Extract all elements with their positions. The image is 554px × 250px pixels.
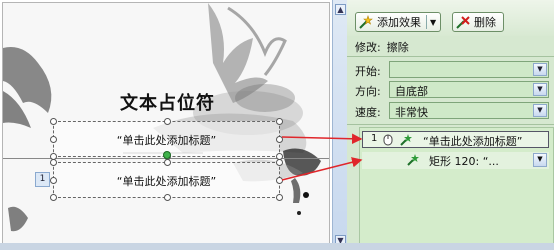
annotation-arrows: [281, 133, 363, 181]
powerpoint-custom-animation-screen: 文本占位符 “单击此处添加标题” “单击此处添加标题” 1 ▲ ▼ 添加效果 ▼…: [0, 0, 554, 250]
arrow-to-item-1: [281, 133, 363, 145]
bottom-scroll-strip: [0, 243, 554, 250]
arrow-to-item-2: [281, 157, 363, 181]
